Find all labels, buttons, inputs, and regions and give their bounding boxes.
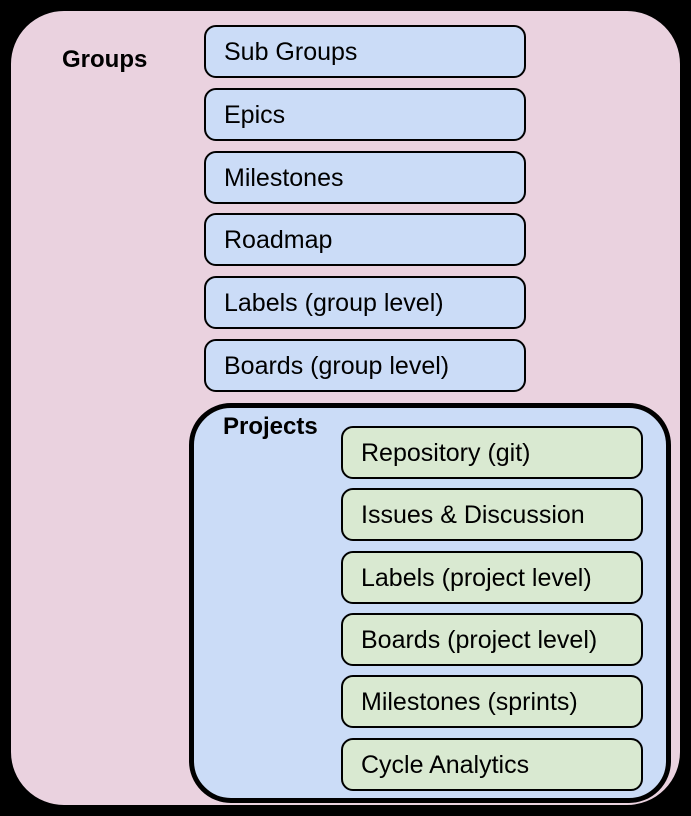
project-item-label: Repository (git) — [361, 438, 531, 467]
group-item-roadmap[interactable]: Roadmap — [204, 213, 526, 266]
project-item-repository-git[interactable]: Repository (git) — [341, 426, 643, 479]
project-item-milestones-sprints[interactable]: Milestones (sprints) — [341, 675, 643, 728]
group-item-boards-group-level[interactable]: Boards (group level) — [204, 339, 526, 392]
project-item-labels-project-level[interactable]: Labels (project level) — [341, 551, 643, 604]
group-item-label: Labels (group level) — [224, 288, 444, 317]
project-item-cycle-analytics[interactable]: Cycle Analytics — [341, 738, 643, 791]
group-item-sub-groups[interactable]: Sub Groups — [204, 25, 526, 78]
project-item-label: Cycle Analytics — [361, 750, 530, 779]
project-item-label: Milestones (sprints) — [361, 687, 578, 716]
diagram-canvas: Groups Sub Groups Epics Milestones Roadm… — [0, 0, 691, 816]
groups-container: Groups Sub Groups Epics Milestones Roadm… — [6, 6, 685, 810]
group-item-label: Boards (group level) — [224, 351, 450, 380]
project-item-label: Labels (project level) — [361, 563, 592, 592]
group-item-label: Sub Groups — [224, 37, 358, 66]
group-item-epics[interactable]: Epics — [204, 88, 526, 141]
groups-container-label: Groups — [62, 46, 148, 73]
projects-container-label: Projects — [223, 413, 318, 440]
project-item-boards-project-level[interactable]: Boards (project level) — [341, 613, 643, 666]
group-item-label: Epics — [224, 100, 286, 129]
group-item-milestones[interactable]: Milestones — [204, 151, 526, 204]
project-item-issues-discussion[interactable]: Issues & Discussion — [341, 488, 643, 541]
group-item-label: Roadmap — [224, 225, 333, 254]
group-item-labels-group-level[interactable]: Labels (group level) — [204, 276, 526, 329]
group-item-label: Milestones — [224, 163, 344, 192]
project-item-label: Issues & Discussion — [361, 500, 585, 529]
project-item-label: Boards (project level) — [361, 625, 598, 654]
